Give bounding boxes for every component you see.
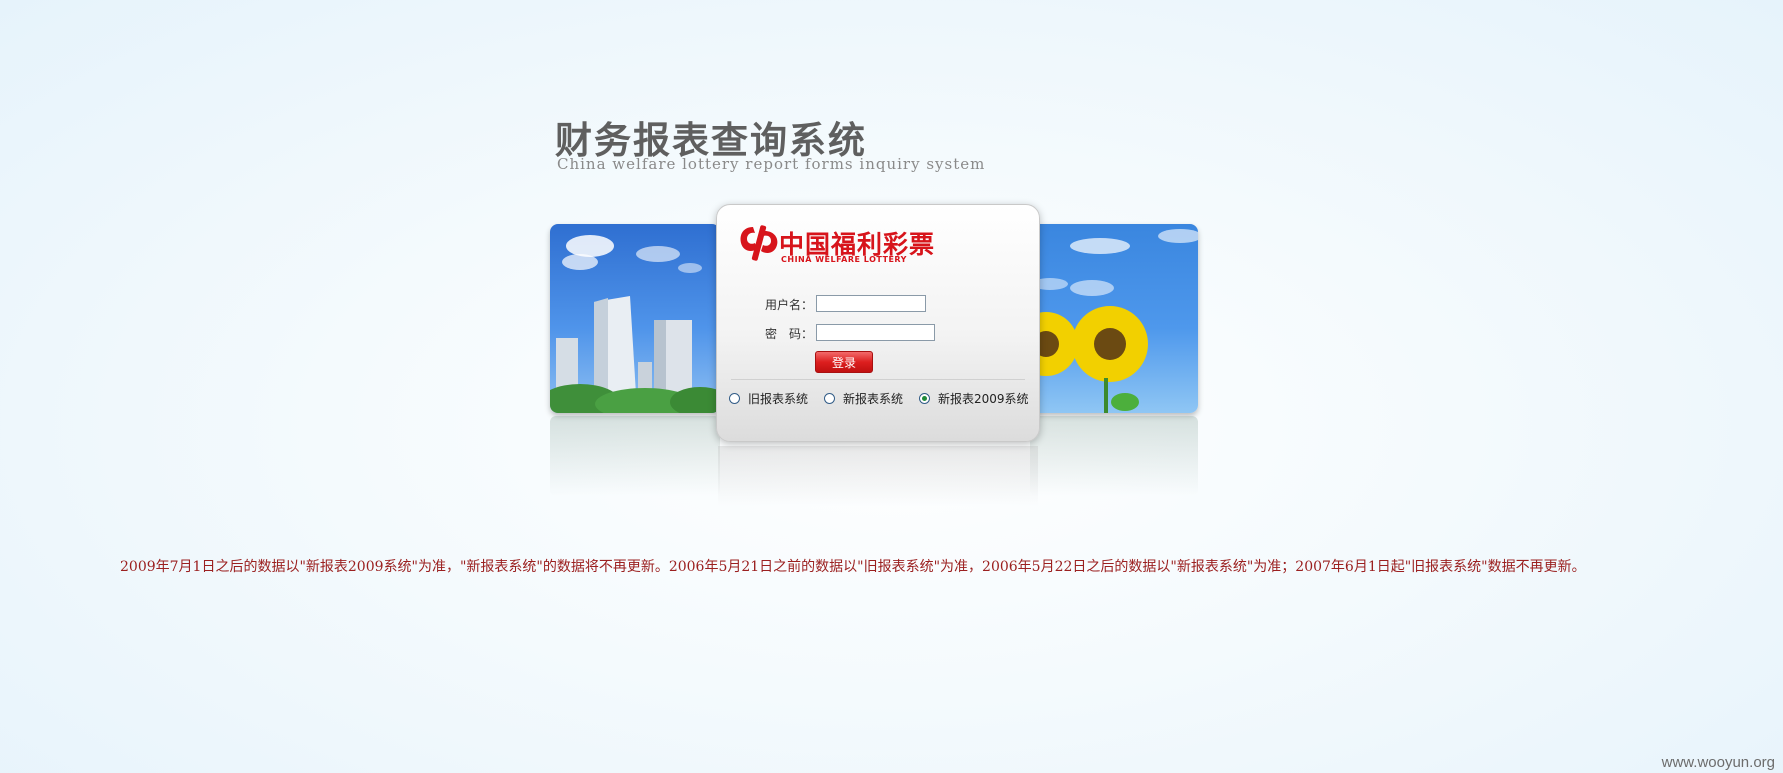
watermark: www.wooyun.org [1661,754,1775,771]
radio-old-system[interactable]: 旧报表系统 [729,389,808,407]
radio-new-system[interactable]: 新报表系统 [824,389,903,407]
radio-old-system-label: 旧报表系统 [748,391,809,406]
sunflower-photo-reflection [1030,416,1198,496]
password-input[interactable] [816,324,935,341]
radio-old-system-circle[interactable] [729,392,740,404]
lottery-logo: 中国福利彩票 CHINA WELFARE LOTTERY [737,223,937,267]
login-button[interactable]: 登录 [815,351,873,373]
lottery-logo-icon [740,225,778,261]
radio-new-system-circle[interactable] [824,392,835,404]
radio-2009-system-label: 新报表2009系统 [938,391,1029,406]
page-subtitle: China welfare lottery report forms inqui… [557,155,986,173]
divider [731,379,1025,380]
login-card: 中国福利彩票 CHINA WELFARE LOTTERY 用户名： 密 码： 登… [716,204,1040,442]
password-label: 密 码： [765,327,814,341]
login-card-reflection [718,446,1038,506]
radio-new-system-label: 新报表系统 [843,391,904,406]
sunflower-photo [1030,224,1198,413]
username-input[interactable] [816,295,926,312]
radio-2009-system-circle[interactable] [919,392,930,404]
data-update-notice: 2009年7月1日之后的数据以"新报表2009系统"为准，"新报表系统"的数据将… [120,559,1586,575]
radio-2009-system[interactable]: 新报表2009系统 [919,389,1029,407]
username-label: 用户名： [765,298,814,312]
city-photo [550,224,720,413]
logo-text-en: CHINA WELFARE LOTTERY [781,255,907,264]
city-photo-reflection [550,416,720,496]
